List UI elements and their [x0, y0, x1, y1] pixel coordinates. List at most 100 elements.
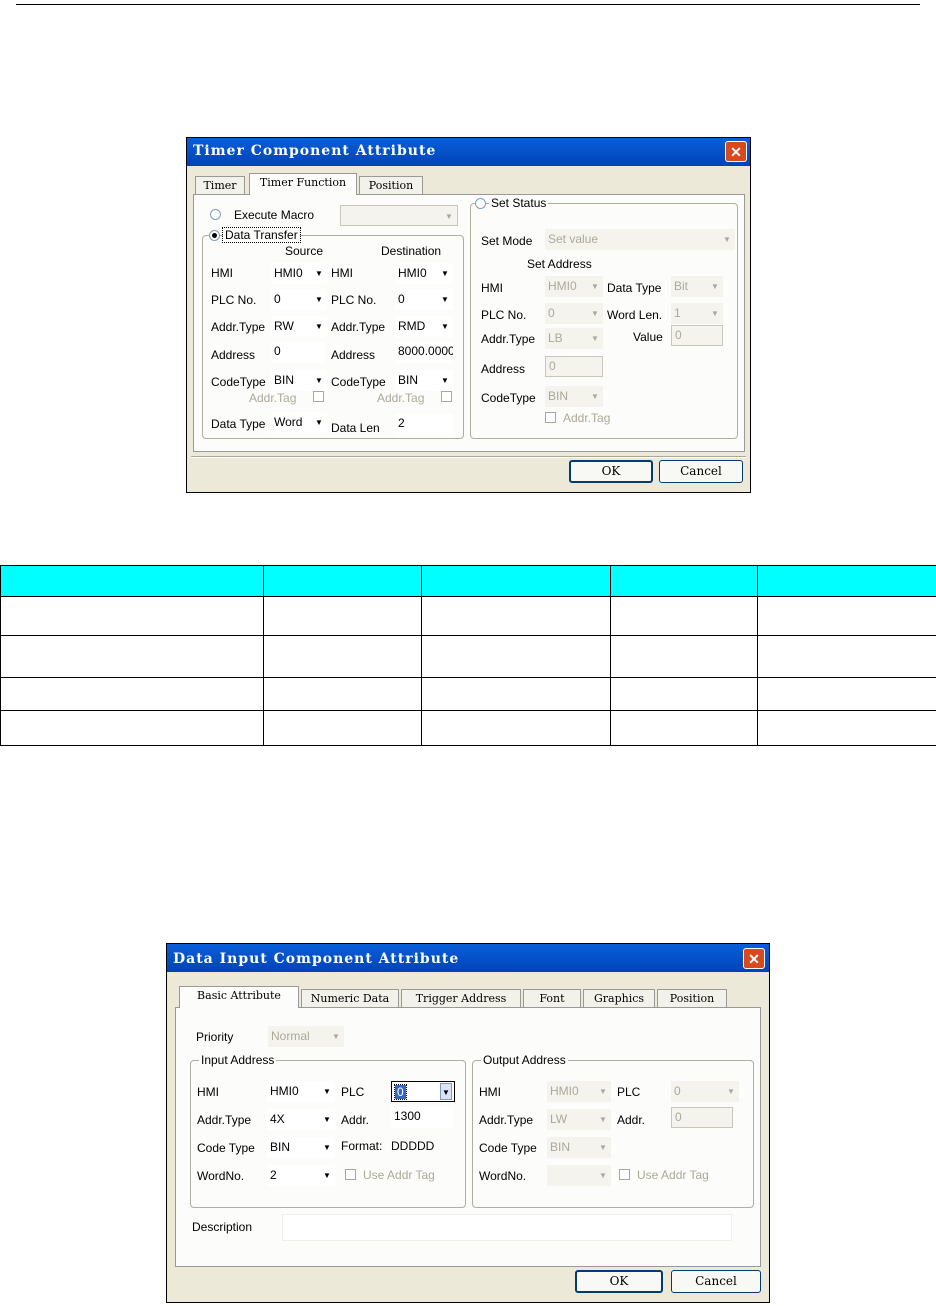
tab-panel: Execute Macro ▼ Data Transfer Source Des…: [193, 194, 745, 452]
ok-button[interactable]: OK: [569, 460, 653, 483]
set-mode-select[interactable]: Set value ▼: [545, 229, 735, 250]
cancel-button[interactable]: Cancel: [671, 1270, 761, 1293]
in-hmi-select[interactable]: HMI0 ▼: [267, 1081, 335, 1102]
dst-plc-no-value: 0: [398, 292, 405, 306]
input-address-group: Input Address HMI HMI0 ▼ PLC 0 ▼ Addr.Type…: [190, 1053, 466, 1208]
dst-hmi-label: HMI: [331, 266, 353, 280]
src-addr-tag-label: Addr.Tag: [249, 391, 297, 405]
in-format-label: Format:: [341, 1139, 383, 1153]
out-code-type-select[interactable]: BIN ▼: [547, 1137, 611, 1158]
tab-timer-function[interactable]: Timer Function: [249, 173, 357, 195]
dst-hmi-select[interactable]: HMI0 ▼: [395, 263, 453, 284]
out-hmi-label: HMI: [479, 1085, 501, 1099]
set-mode-value: Set value: [548, 232, 599, 246]
data-input-component-attribute-dialog: Data Input Component Attribute ✕ Basic A…: [166, 943, 770, 1303]
ss-addr-type-label: Addr.Type: [481, 332, 536, 346]
tab-graphics[interactable]: Graphics: [583, 989, 655, 1008]
page-header-rule: [16, 4, 920, 5]
close-icon[interactable]: ✕: [725, 141, 747, 162]
dst-addr-tag-checkbox[interactable]: [441, 391, 452, 402]
tab-position[interactable]: Position: [359, 176, 423, 195]
src-hmi-label: HMI: [211, 266, 233, 280]
tab-numeric-data[interactable]: Numeric Data: [301, 989, 399, 1008]
set-status-radio[interactable]: [475, 198, 486, 209]
src-addr-type-select[interactable]: RW ▼: [271, 316, 327, 337]
table-header-cell: [610, 565, 758, 597]
ok-button[interactable]: OK: [575, 1270, 663, 1293]
tab-position[interactable]: Position: [657, 989, 727, 1008]
src-plc-no-value: 0: [274, 292, 281, 306]
ss-value-input[interactable]: 0: [671, 325, 723, 346]
dst-addr-type-select[interactable]: RMD ▼: [395, 316, 453, 337]
dst-plc-no-select[interactable]: 0 ▼: [395, 289, 453, 310]
out-addr-type-value: LW: [550, 1112, 568, 1126]
data-transfer-radio[interactable]: [209, 230, 220, 241]
dst-code-type-select[interactable]: BIN ▼: [395, 370, 453, 391]
data-transfer-group: Data Transfer Source Destination HMI HMI…: [202, 227, 464, 439]
title-bar: Timer Component Attribute ✕: [187, 138, 750, 166]
table-row: [0, 596, 936, 636]
in-plc-value: 0: [394, 1084, 407, 1100]
in-plc-label: PLC: [341, 1085, 365, 1099]
out-code-type-label: Code Type: [479, 1141, 537, 1155]
in-code-type-select[interactable]: BIN ▼: [267, 1137, 335, 1158]
table-header-cell: [263, 565, 422, 597]
out-use-addr-tag-checkbox[interactable]: [619, 1169, 630, 1180]
out-plc-select[interactable]: 0 ▼: [671, 1081, 739, 1102]
out-code-type-value: BIN: [550, 1140, 571, 1154]
description-input[interactable]: [282, 1214, 732, 1241]
out-hmi-select[interactable]: HMI0 ▼: [547, 1081, 611, 1102]
in-plc-select[interactable]: 0 ▼: [391, 1081, 455, 1102]
close-icon[interactable]: ✕: [743, 948, 765, 969]
in-word-no-select[interactable]: 2 ▼: [267, 1165, 335, 1186]
tab-timer[interactable]: Timer: [195, 176, 245, 195]
out-addr-input[interactable]: 0: [671, 1107, 733, 1128]
table-cell: [757, 635, 936, 678]
out-addr-type-select[interactable]: LW ▼: [547, 1109, 611, 1130]
tab-font[interactable]: Font: [523, 989, 581, 1008]
button-separator: [191, 456, 746, 458]
chevron-down-icon: ▼: [441, 376, 449, 385]
src-code-type-select[interactable]: BIN ▼: [271, 370, 327, 391]
src-hmi-select[interactable]: HMI0 ▼: [271, 263, 327, 284]
table-header-row: [0, 565, 936, 597]
dst-address-input[interactable]: 8000.0000: [395, 342, 453, 363]
in-use-addr-tag-checkbox[interactable]: [345, 1169, 356, 1180]
ss-addr-tag-checkbox[interactable]: [545, 412, 556, 423]
macro-select[interactable]: ▼: [340, 205, 458, 226]
table-cell: [421, 710, 611, 746]
ss-address-input[interactable]: 0: [545, 356, 603, 377]
tab-basic-attribute[interactable]: Basic Attribute: [179, 986, 299, 1008]
execute-macro-radio[interactable]: [210, 209, 221, 220]
data-len-input[interactable]: 2: [395, 414, 453, 435]
ss-code-type-select[interactable]: BIN ▼: [545, 386, 603, 407]
out-word-no-select[interactable]: ▼: [547, 1165, 611, 1186]
in-addr-type-label: Addr.Type: [197, 1113, 252, 1127]
tab-trigger-address[interactable]: Trigger Address: [401, 989, 521, 1008]
dialog-title: Data Input Component Attribute: [173, 951, 460, 967]
src-addr-type-label: Addr.Type: [211, 320, 266, 334]
out-word-no-label: WordNo.: [479, 1169, 527, 1183]
ss-hmi-select[interactable]: HMI0 ▼: [545, 276, 603, 297]
src-plc-no-select[interactable]: 0 ▼: [271, 289, 327, 310]
ss-word-len-select[interactable]: 1 ▼: [671, 303, 723, 324]
ss-plc-no-select[interactable]: 0 ▼: [545, 303, 603, 324]
src-address-input[interactable]: 0: [271, 342, 325, 363]
in-addr-type-select[interactable]: 4X ▼: [267, 1109, 335, 1130]
cancel-button[interactable]: Cancel: [659, 460, 743, 483]
ss-addr-type-select[interactable]: LB ▼: [545, 328, 603, 349]
data-type-select[interactable]: Word ▼: [271, 412, 327, 433]
chevron-down-icon: ▼: [441, 269, 449, 278]
priority-select[interactable]: Normal ▼: [268, 1026, 344, 1047]
in-hmi-value: HMI0: [270, 1084, 299, 1098]
table-cell: [610, 677, 758, 711]
ss-data-type-select[interactable]: Bit ▼: [671, 276, 723, 297]
in-addr-input[interactable]: 1300: [391, 1107, 453, 1128]
table-row: [0, 710, 936, 746]
priority-label: Priority: [196, 1030, 234, 1044]
src-hmi-value: HMI0: [274, 266, 303, 280]
data-len-label: Data Len: [331, 421, 380, 435]
ss-address-label: Address: [481, 362, 526, 376]
chevron-down-icon: ▼: [711, 309, 719, 318]
src-addr-tag-checkbox[interactable]: [313, 391, 324, 402]
